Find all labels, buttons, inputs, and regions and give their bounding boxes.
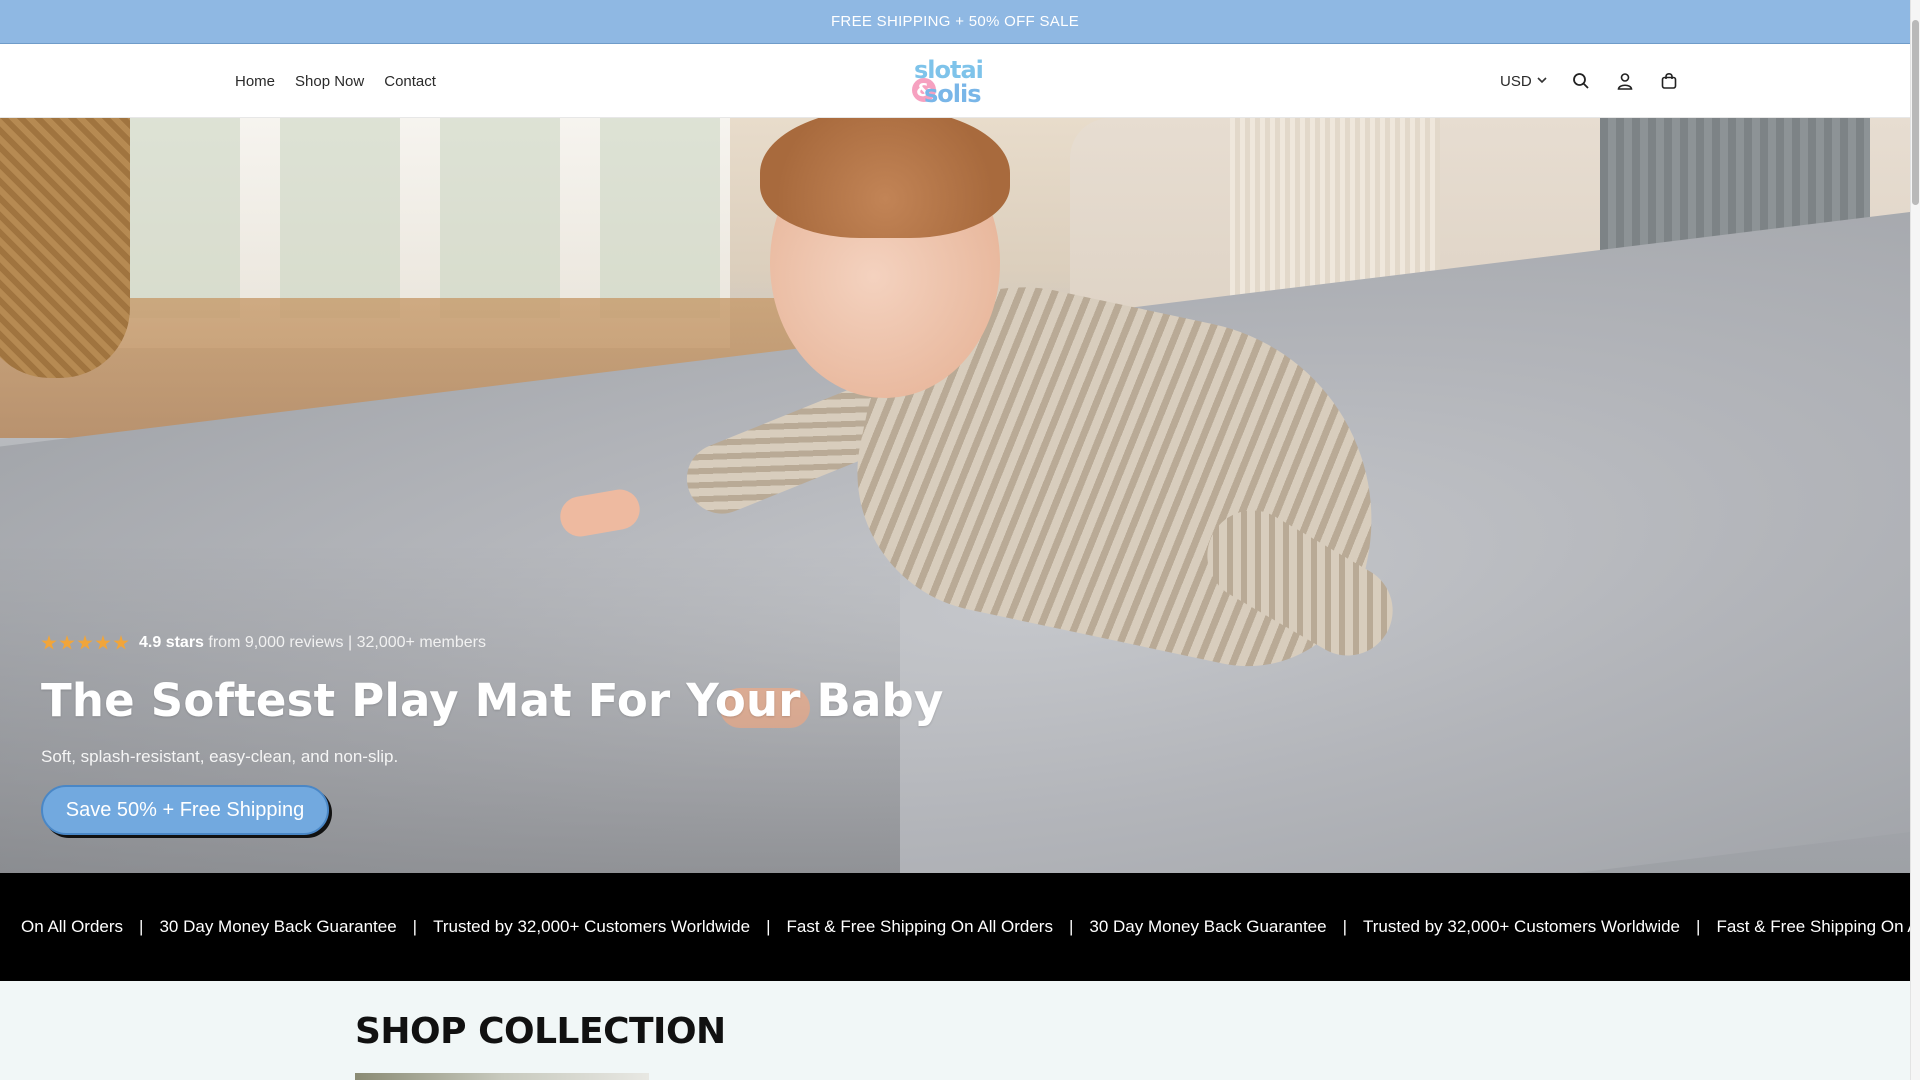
cart-icon[interactable] <box>1658 70 1680 92</box>
currency-label: USD <box>1500 72 1532 90</box>
trust-marquee: On All Orders | 30 Day Money Back Guaran… <box>0 873 1910 981</box>
star-icon <box>77 635 93 650</box>
nav-shop-now[interactable]: Shop Now <box>295 73 364 90</box>
logo-line-2: solis <box>924 80 982 108</box>
marquee-item: Fast & Free Shipping On All Orders <box>786 917 1053 936</box>
announcement-text: FREE SHIPPING + 50% OFF SALE <box>830 13 1080 30</box>
hero-subtext: Soft, splash-resistant, easy-clean, and … <box>41 747 399 766</box>
scrollbar-thumb[interactable] <box>1912 20 1919 205</box>
collection-title: SHOP COLLECTION <box>355 1011 726 1052</box>
hero-content: 4.9 stars from 9,000 reviews | 32,000+ m… <box>41 634 944 835</box>
brand-logo[interactable]: slotai & solis <box>910 54 1000 110</box>
header-actions: USD <box>1500 44 1680 118</box>
rating-details: from 9,000 reviews | 32,000+ members <box>208 634 487 651</box>
marquee-item: Trusted by 32,000+ Customers Worldwide <box>433 917 751 936</box>
marquee-track: On All Orders | 30 Day Money Back Guaran… <box>5 917 1910 937</box>
marquee-item: Trusted by 32,000+ Customers Worldwide <box>1363 917 1681 936</box>
rating-stars <box>41 635 129 651</box>
star-icon <box>59 635 75 650</box>
hero-cta-button[interactable]: Save 50% + Free Shipping <box>41 785 329 835</box>
collection-product-image[interactable] <box>355 1073 649 1080</box>
hero-headline: The Softest Play Mat For Your Baby <box>41 674 944 727</box>
account-icon[interactable] <box>1614 70 1636 92</box>
marquee-item: On All Orders <box>21 917 124 936</box>
search-icon[interactable] <box>1570 70 1592 92</box>
announcement-bar: FREE SHIPPING + 50% OFF SALE <box>0 0 1910 44</box>
rating-score: 4.9 stars <box>139 634 204 651</box>
star-icon <box>41 635 57 650</box>
marquee-item: 30 Day Money Back Guarantee <box>159 917 397 936</box>
nav-contact[interactable]: Contact <box>384 73 436 90</box>
marquee-item: Fast & Free Shipping On All Or <box>1716 917 1910 936</box>
nav-home[interactable]: Home <box>235 73 275 90</box>
marquee-item: 30 Day Money Back Guarantee <box>1089 917 1327 936</box>
currency-selector[interactable]: USD <box>1500 73 1548 90</box>
star-icon <box>113 635 129 650</box>
main-nav: Home Shop Now Contact <box>235 44 436 118</box>
shop-collection-section: SHOP COLLECTION <box>0 981 1910 1080</box>
rating-row: 4.9 stars from 9,000 reviews | 32,000+ m… <box>41 634 944 652</box>
hero-banner: 4.9 stars from 9,000 reviews | 32,000+ m… <box>0 118 1910 873</box>
hero-basket <box>0 118 130 378</box>
star-icon <box>95 635 111 650</box>
site-header: Home Shop Now Contact slotai & solis USD <box>0 44 1910 118</box>
chevron-down-icon <box>1536 73 1548 90</box>
